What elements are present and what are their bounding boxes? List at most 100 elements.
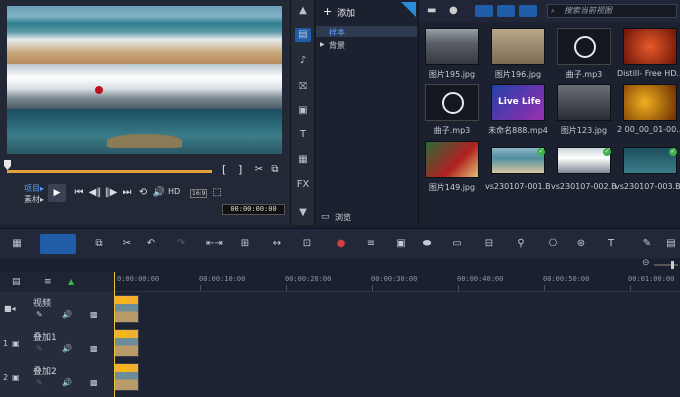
mode-clip[interactable]: 素材▸ — [24, 194, 44, 205]
mark-in-button[interactable]: [ — [222, 163, 226, 176]
storyboard-view-icon[interactable]: ▦ — [10, 237, 24, 251]
audio-mixer-icon[interactable]: ≡ — [364, 237, 378, 251]
timeline-clip[interactable]: ★ — [114, 329, 139, 357]
repeat-icon[interactable]: ⟲ — [136, 187, 150, 198]
up-arrow-icon[interactable]: ▲ — [295, 4, 311, 18]
scrub-bar[interactable] — [7, 170, 212, 173]
next-frame-icon[interactable]: ‖▶ — [104, 187, 118, 198]
playhead[interactable] — [114, 272, 115, 397]
show-audio-toggle[interactable] — [519, 5, 537, 17]
ruler-label: 00:00:10:00 — [199, 275, 246, 283]
thumb-image[interactable] — [425, 28, 479, 65]
ripple-icon[interactable]: ▩ — [90, 378, 98, 387]
prev-frame-icon[interactable]: ◀‖ — [88, 187, 102, 198]
browse-button[interactable]: 浏览 — [335, 212, 351, 223]
timecode-display[interactable]: 00:00:00:00 — [222, 204, 285, 215]
zoom-slider[interactable] — [654, 264, 678, 266]
timeline-clip[interactable]: ★ — [114, 363, 139, 391]
add-icon[interactable]: + — [323, 5, 332, 18]
thumb-image[interactable] — [557, 84, 611, 121]
scrub-handle[interactable] — [4, 160, 11, 170]
play-button[interactable]: ▶ — [48, 184, 66, 202]
subtitle-icon[interactable]: ▭ — [450, 237, 464, 251]
search-input[interactable]: 搜索当前视图 — [547, 4, 677, 18]
text-3d-icon[interactable]: T — [604, 237, 618, 251]
show-photo-toggle[interactable] — [497, 5, 515, 17]
ripple-icon[interactable]: ▩ — [90, 344, 98, 353]
end-icon[interactable]: ⏭ — [120, 187, 134, 198]
redo-icon[interactable]: ↷ — [174, 237, 188, 251]
instant-project-icon[interactable]: ♪ — [295, 54, 311, 68]
mute-icon[interactable]: 🔊 — [62, 310, 72, 319]
mask-icon[interactable]: ⎔ — [546, 237, 560, 251]
show-video-toggle[interactable] — [475, 5, 493, 17]
insert-icon[interactable]: ⊞ — [238, 237, 252, 251]
home-icon[interactable]: ⏮ — [72, 187, 86, 198]
undo-icon[interactable]: ↶ — [144, 237, 158, 251]
thumb-image[interactable] — [491, 28, 545, 65]
edit-track-icon[interactable]: ✎ — [36, 344, 43, 353]
thumb-video[interactable] — [623, 84, 677, 121]
title-icon[interactable]: ▣ — [295, 104, 311, 118]
down-arrow-icon[interactable]: ▼ — [295, 206, 311, 220]
text-icon[interactable]: T — [295, 128, 311, 142]
library-tabs: ▲ ▤ ♪ ⛝ ▣ T ▦ FX ▼ — [290, 0, 314, 225]
mode-project[interactable]: 项目▸ — [24, 183, 44, 194]
filter-icon[interactable]: ● — [449, 5, 463, 17]
add-button[interactable]: 添加 — [337, 6, 355, 19]
multi-cam-icon[interactable]: ⊟ — [482, 237, 496, 251]
transition-icon[interactable]: ⛝ — [295, 80, 311, 94]
tree-item-samples[interactable]: 样本 — [329, 27, 345, 38]
track-lane[interactable]: ★ — [113, 292, 680, 326]
time-ruler[interactable]: 0:00:00:00 00:00:10:00 00:00:20:00 00:00… — [113, 272, 680, 292]
pin-icon[interactable] — [401, 2, 416, 17]
edit-track-icon[interactable]: ✎ — [36, 310, 43, 319]
slide-icon[interactable]: ⊡ — [300, 237, 314, 251]
volume-icon[interactable]: 🔊 — [152, 187, 166, 198]
folder-icon[interactable]: ▬ — [427, 5, 441, 17]
slip-icon[interactable]: ↔ — [270, 237, 284, 251]
thumb-image[interactable] — [425, 141, 479, 178]
resize-icon[interactable]: ⬚ — [210, 187, 224, 198]
add-marker-icon[interactable]: ▲ — [68, 277, 74, 286]
zoom-out-icon[interactable]: ⊖ — [642, 258, 650, 268]
mute-icon[interactable]: 🔊 — [62, 378, 72, 387]
thumb-video[interactable]: Live Life — [491, 84, 545, 121]
graphics-icon[interactable]: ▦ — [295, 153, 311, 167]
zoom-handle[interactable] — [671, 261, 674, 269]
tools-icon[interactable]: ✂ — [120, 237, 134, 251]
copy-attr-icon[interactable]: ⧉ — [92, 237, 106, 251]
copy-icon[interactable]: ⧉ — [268, 164, 282, 175]
motion-icon[interactable]: ⬬ — [420, 237, 434, 251]
mark-out-button[interactable]: ] — [238, 163, 242, 176]
auto-music-icon[interactable]: ▣ — [394, 237, 408, 251]
hd-toggle[interactable]: HD — [168, 187, 180, 196]
expand-arrow-icon[interactable]: ▶ — [320, 41, 325, 48]
track-lane[interactable]: ★ — [113, 326, 680, 360]
motion-track-icon[interactable]: ⚲ — [514, 237, 528, 251]
tree-item-backgrounds[interactable]: 背景 — [329, 40, 345, 51]
browse-icon[interactable]: ▭ — [321, 212, 330, 222]
thumb-audio[interactable] — [557, 28, 611, 65]
3d-title-icon[interactable]: ⊛ — [574, 237, 588, 251]
more-icon[interactable]: ▤ — [664, 237, 678, 251]
split-clip-icon[interactable]: ✂ — [252, 164, 266, 175]
edit-track-icon[interactable]: ✎ — [36, 378, 43, 387]
overlay-track-icon: ▣ — [12, 339, 20, 348]
video-preview[interactable] — [7, 6, 282, 154]
track-lane[interactable]: ★ — [113, 360, 680, 397]
media-icon[interactable]: ▤ — [295, 28, 311, 42]
chapter-icon[interactable]: ≡ — [44, 277, 52, 287]
record-icon[interactable]: ● — [334, 237, 348, 251]
fx-label[interactable]: FX — [295, 178, 311, 192]
thumb-audio[interactable] — [425, 84, 479, 121]
ripple-icon[interactable]: ▩ — [90, 310, 98, 319]
mute-icon[interactable]: 🔊 — [62, 344, 72, 353]
timeline-clip[interactable]: ★ — [114, 295, 139, 323]
timeline-view-button[interactable] — [40, 234, 76, 254]
aspect-select[interactable]: 16:9 — [190, 189, 208, 198]
thumb-video[interactable] — [623, 28, 677, 65]
smart-proxy-icon[interactable]: ✎ — [640, 237, 654, 251]
track-manager-icon[interactable]: ▤ — [12, 277, 21, 287]
fit-icon[interactable]: ⇤⇥ — [206, 237, 223, 251]
